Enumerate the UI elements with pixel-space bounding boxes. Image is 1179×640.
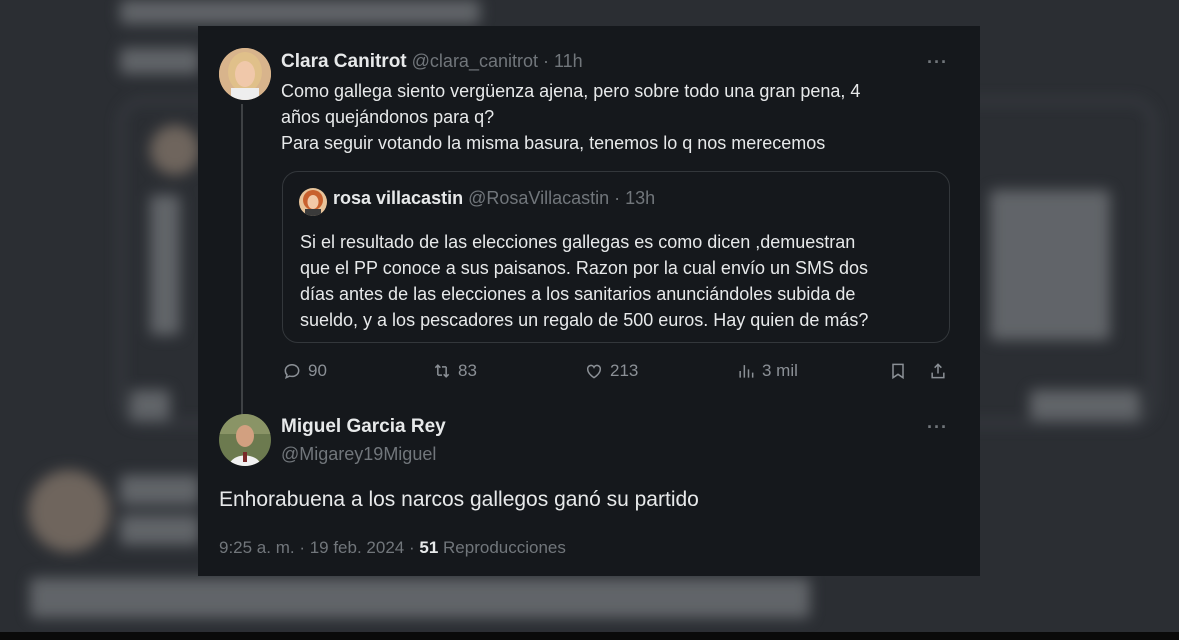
quote-line: sueldo, y a los pescadores un regalo de … <box>300 310 869 330</box>
thread-line <box>241 104 243 424</box>
views-icon <box>739 365 754 378</box>
tweet2-author-name[interactable]: Miguel Garcia Rey <box>281 416 446 438</box>
tweet2-handle[interactable]: @Migarey19Miguel <box>281 444 436 465</box>
quote-author-name: rosa villacastin <box>333 188 464 208</box>
views-count: 3 mil <box>762 361 798 380</box>
tweet2-meta: 9:25 a. m. · 19 feb. 2024 · 51 Reproducc… <box>219 538 566 558</box>
tweet1-more-button[interactable]: ··· <box>927 52 948 73</box>
tweet2-views-label: Reproducciones <box>443 538 566 557</box>
tweet2-text: Enhorabuena a los narcos gallegos ganó s… <box>219 488 699 511</box>
tweet2-more-button[interactable]: ··· <box>927 417 948 438</box>
share-icon <box>931 363 945 379</box>
like-button[interactable]: 213 <box>584 361 638 381</box>
quoted-tweet[interactable]: rosa villacastin @RosaVillacastin · 13h … <box>282 171 950 343</box>
repost-count: 83 <box>458 361 477 380</box>
repost-icon <box>434 364 450 378</box>
tweet1-line: Como gallega siento vergüenza ajena, per… <box>281 81 861 101</box>
tweet1-line: Para seguir votando la misma basura, ten… <box>281 133 826 153</box>
reply-button[interactable]: 90 <box>282 361 327 381</box>
reply-icon <box>284 363 300 380</box>
repost-button[interactable]: 83 <box>432 361 477 381</box>
tweet1-handle[interactable]: @clara_canitrot <box>412 51 538 71</box>
quote-line: que el PP conoce a sus paisanos. Razon p… <box>300 258 869 278</box>
miguel-avatar[interactable] <box>219 414 271 466</box>
quote-handle: @RosaVillacastin <box>468 188 610 208</box>
quote-header: rosa villacastin @RosaVillacastin · 13h <box>333 188 655 209</box>
action-bar: 90 83 213 3 mil <box>282 361 952 385</box>
like-icon <box>586 364 602 379</box>
tweet1-author-name[interactable]: Clara Canitrot <box>281 51 407 72</box>
tweet2-views-count: 51 <box>419 538 439 557</box>
tweet1-header: Clara Canitrot @clara_canitrot · 11h <box>281 51 583 73</box>
quote-line: días antes de las elecciones a los sanit… <box>300 284 856 304</box>
bookmark-button[interactable] <box>888 361 908 381</box>
clara-avatar[interactable] <box>219 48 271 100</box>
rosa-avatar <box>299 188 327 216</box>
tweet1-text: Como gallega siento vergüenza ajena, per… <box>281 78 951 156</box>
share-button[interactable] <box>928 361 948 381</box>
quote-time: · 13h <box>614 188 656 208</box>
quote-text: Si el resultado de las elecciones galleg… <box>300 229 940 333</box>
tweet1-time[interactable]: · 11h <box>543 51 583 71</box>
bookmark-icon <box>892 363 904 380</box>
views-button[interactable]: 3 mil <box>736 361 798 381</box>
bottom-bar <box>0 632 1179 640</box>
tweet1-line: años quejándonos para q? <box>281 107 495 127</box>
tweet-panel: Clara Canitrot @clara_canitrot · 11h ···… <box>198 26 980 576</box>
tweet2-timestamp[interactable]: 9:25 a. m. · 19 feb. 2024 · <box>219 538 415 557</box>
quote-line: Si el resultado de las elecciones galleg… <box>300 232 856 252</box>
reply-count: 90 <box>308 361 327 380</box>
like-count: 213 <box>610 361 639 380</box>
